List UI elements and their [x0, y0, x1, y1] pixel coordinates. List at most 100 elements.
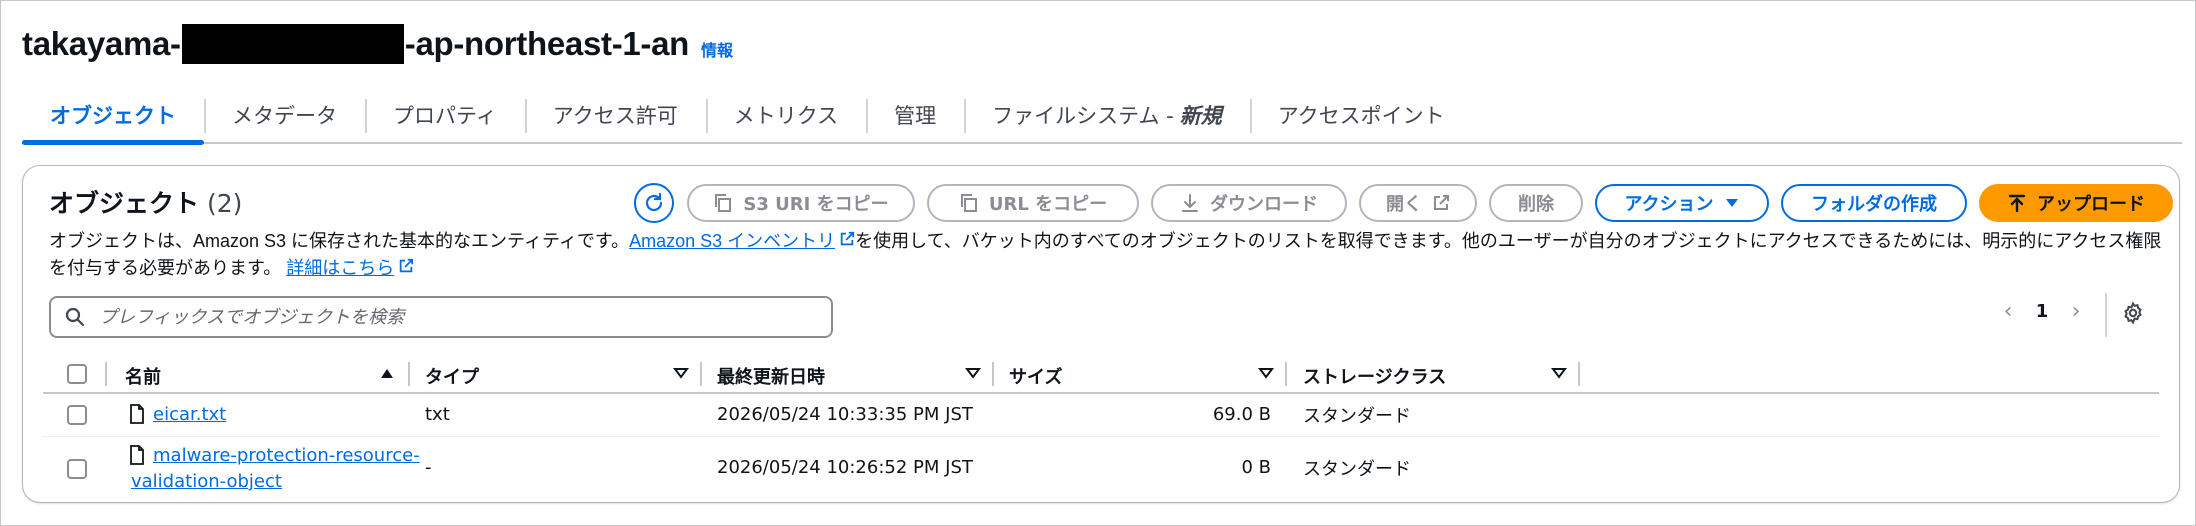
column-divider: [1285, 362, 1287, 386]
object-storage-class: スタンダード: [1303, 406, 1411, 427]
actions-label: アクション: [1624, 194, 1714, 215]
upload-button[interactable]: アップロード: [1979, 184, 2173, 222]
delete-button[interactable]: 削除: [1489, 184, 1583, 222]
object-name-link[interactable]: malware-protection-resource-: [153, 443, 420, 469]
object-size: 0 B: [1241, 457, 1271, 478]
panel-title-text: オブジェクト: [49, 189, 200, 218]
s3-inventory-link-label: Amazon S3 インベントリ: [629, 231, 836, 251]
tab-label: アクセスポイント: [1277, 104, 1445, 128]
tab-properties[interactable]: プロパティ: [365, 88, 525, 142]
download-button[interactable]: ダウンロード: [1151, 184, 1347, 222]
object-storage-class: スタンダード: [1303, 459, 1411, 480]
tab-metrics[interactable]: メトリクス: [705, 88, 866, 142]
object-last-modified: 2026/05/24 10:26:52 PM JST: [717, 457, 973, 478]
bucket-tabs: オブジェクト メタデータ プロパティ アクセス許可 メトリクス 管理 ファイルシ…: [22, 88, 2182, 145]
column-header-name[interactable]: 名前: [125, 363, 161, 389]
copy-icon: [715, 194, 732, 212]
actions-dropdown[interactable]: アクション: [1595, 184, 1769, 222]
column-header-type[interactable]: タイプ: [425, 363, 479, 389]
tab-file-system[interactable]: ファイルシステム - 新規: [964, 88, 1250, 142]
object-count: (2): [207, 189, 243, 218]
column-divider: [1578, 362, 1580, 386]
search-input[interactable]: [97, 305, 801, 329]
refresh-icon: [645, 192, 663, 212]
objects-panel: オブジェクト (2) S3 URI をコピー URL をコピー ダウンロード 開く…: [22, 165, 2180, 503]
object-size: 69.0 B: [1212, 404, 1271, 425]
objects-table: 名前 タイプ 最終更新日時 サイズ ストレージクラス eicar.txt txt…: [43, 356, 2159, 501]
sort-icon[interactable]: [1258, 367, 1274, 379]
copy-s3-uri-label: S3 URI をコピー: [743, 194, 889, 215]
sort-ascending-icon[interactable]: [379, 367, 395, 379]
copy-url-label: URL をコピー: [988, 194, 1108, 215]
bucket-title: takayama- -ap-northeast-1-an 情報: [22, 22, 733, 66]
object-last-modified: 2026/05/24 10:33:35 PM JST: [717, 404, 973, 425]
object-name-link[interactable]: validation-object: [131, 469, 282, 495]
tab-metadata[interactable]: メタデータ: [204, 88, 365, 142]
tab-label: ファイルシステム -: [992, 104, 1174, 128]
gear-icon: [2124, 301, 2142, 325]
redacted-bucket-segment: [181, 24, 404, 64]
external-link-icon: [399, 258, 414, 273]
tab-label: プロパティ: [393, 104, 497, 128]
table-header: 名前 タイプ 最終更新日時 サイズ ストレージクラス: [43, 356, 2159, 394]
panel-description: オブジェクトは、Amazon S3 に保存された基本的なエンティティです。Ama…: [49, 228, 2169, 282]
learn-more-label: 詳細はこちら: [286, 258, 395, 278]
object-type: -: [425, 457, 432, 478]
upload-icon: [2008, 194, 2026, 213]
tab-label: アクセス許可: [552, 104, 678, 128]
tab-label: メトリクス: [733, 104, 839, 128]
download-icon: [1182, 194, 1198, 212]
table-row[interactable]: eicar.txt txt 2026/05/24 10:33:35 PM JST…: [43, 394, 2159, 437]
select-all-checkbox[interactable]: [67, 364, 87, 384]
page-number[interactable]: 1: [2023, 301, 2061, 322]
sort-icon[interactable]: [965, 367, 981, 379]
tab-management[interactable]: 管理: [866, 88, 964, 142]
new-badge: 新規: [1179, 104, 1222, 128]
copy-s3-uri-button[interactable]: S3 URI をコピー: [687, 184, 915, 222]
external-link-icon: [840, 231, 855, 246]
download-label: ダウンロード: [1210, 194, 1318, 215]
previous-page-icon[interactable]: ‹: [1993, 299, 2023, 324]
sort-icon[interactable]: [673, 367, 689, 379]
search-box: [49, 296, 833, 338]
table-row[interactable]: malware-protection-resource- validation-…: [43, 437, 2159, 501]
create-folder-label: フォルダの作成: [1811, 194, 1937, 215]
s3-inventory-link[interactable]: Amazon S3 インベントリ: [629, 231, 855, 251]
delete-label: 削除: [1518, 194, 1554, 215]
open-button[interactable]: 開く: [1359, 184, 1477, 222]
tab-label: オブジェクト: [50, 104, 176, 128]
tab-permissions[interactable]: アクセス許可: [524, 88, 706, 142]
info-link[interactable]: 情報: [701, 37, 733, 61]
sort-icon[interactable]: [1551, 367, 1567, 379]
next-page-icon[interactable]: ›: [2061, 299, 2091, 324]
create-folder-button[interactable]: フォルダの作成: [1781, 184, 1967, 222]
tab-access-points[interactable]: アクセスポイント: [1249, 88, 1473, 142]
object-name-link[interactable]: eicar.txt: [153, 402, 226, 428]
column-divider: [105, 362, 107, 386]
row-checkbox[interactable]: [67, 405, 87, 425]
column-header-size[interactable]: サイズ: [1009, 363, 1062, 389]
search-icon: [65, 307, 85, 327]
column-header-last-modified[interactable]: 最終更新日時: [717, 363, 825, 389]
pagination: ‹ 1 ›: [1993, 299, 2091, 324]
bucket-name-prefix: takayama-: [22, 25, 181, 62]
tab-label: メタデータ: [232, 104, 337, 128]
column-divider: [700, 362, 702, 386]
external-link-icon: [1434, 195, 1449, 210]
bucket-name-suffix: -ap-northeast-1-an: [404, 25, 690, 62]
object-type: txt: [425, 404, 450, 425]
tab-objects[interactable]: オブジェクト: [22, 88, 204, 145]
column-header-storage-class[interactable]: ストレージクラス: [1303, 363, 1446, 389]
copy-url-button[interactable]: URL をコピー: [927, 184, 1139, 222]
refresh-button[interactable]: [634, 183, 674, 223]
panel-title: オブジェクト (2): [49, 184, 242, 220]
description-text: オブジェクトは、Amazon S3 に保存された基本的なエンティティです。: [49, 231, 630, 251]
learn-more-link[interactable]: 詳細はこちら: [286, 258, 414, 278]
column-divider: [992, 362, 994, 386]
open-label: 開く: [1386, 194, 1422, 215]
row-checkbox[interactable]: [67, 459, 87, 479]
divider: [2105, 293, 2107, 337]
preferences-button[interactable]: [2121, 301, 2145, 325]
caret-down-icon: [1725, 199, 1738, 207]
copy-icon: [960, 194, 977, 212]
